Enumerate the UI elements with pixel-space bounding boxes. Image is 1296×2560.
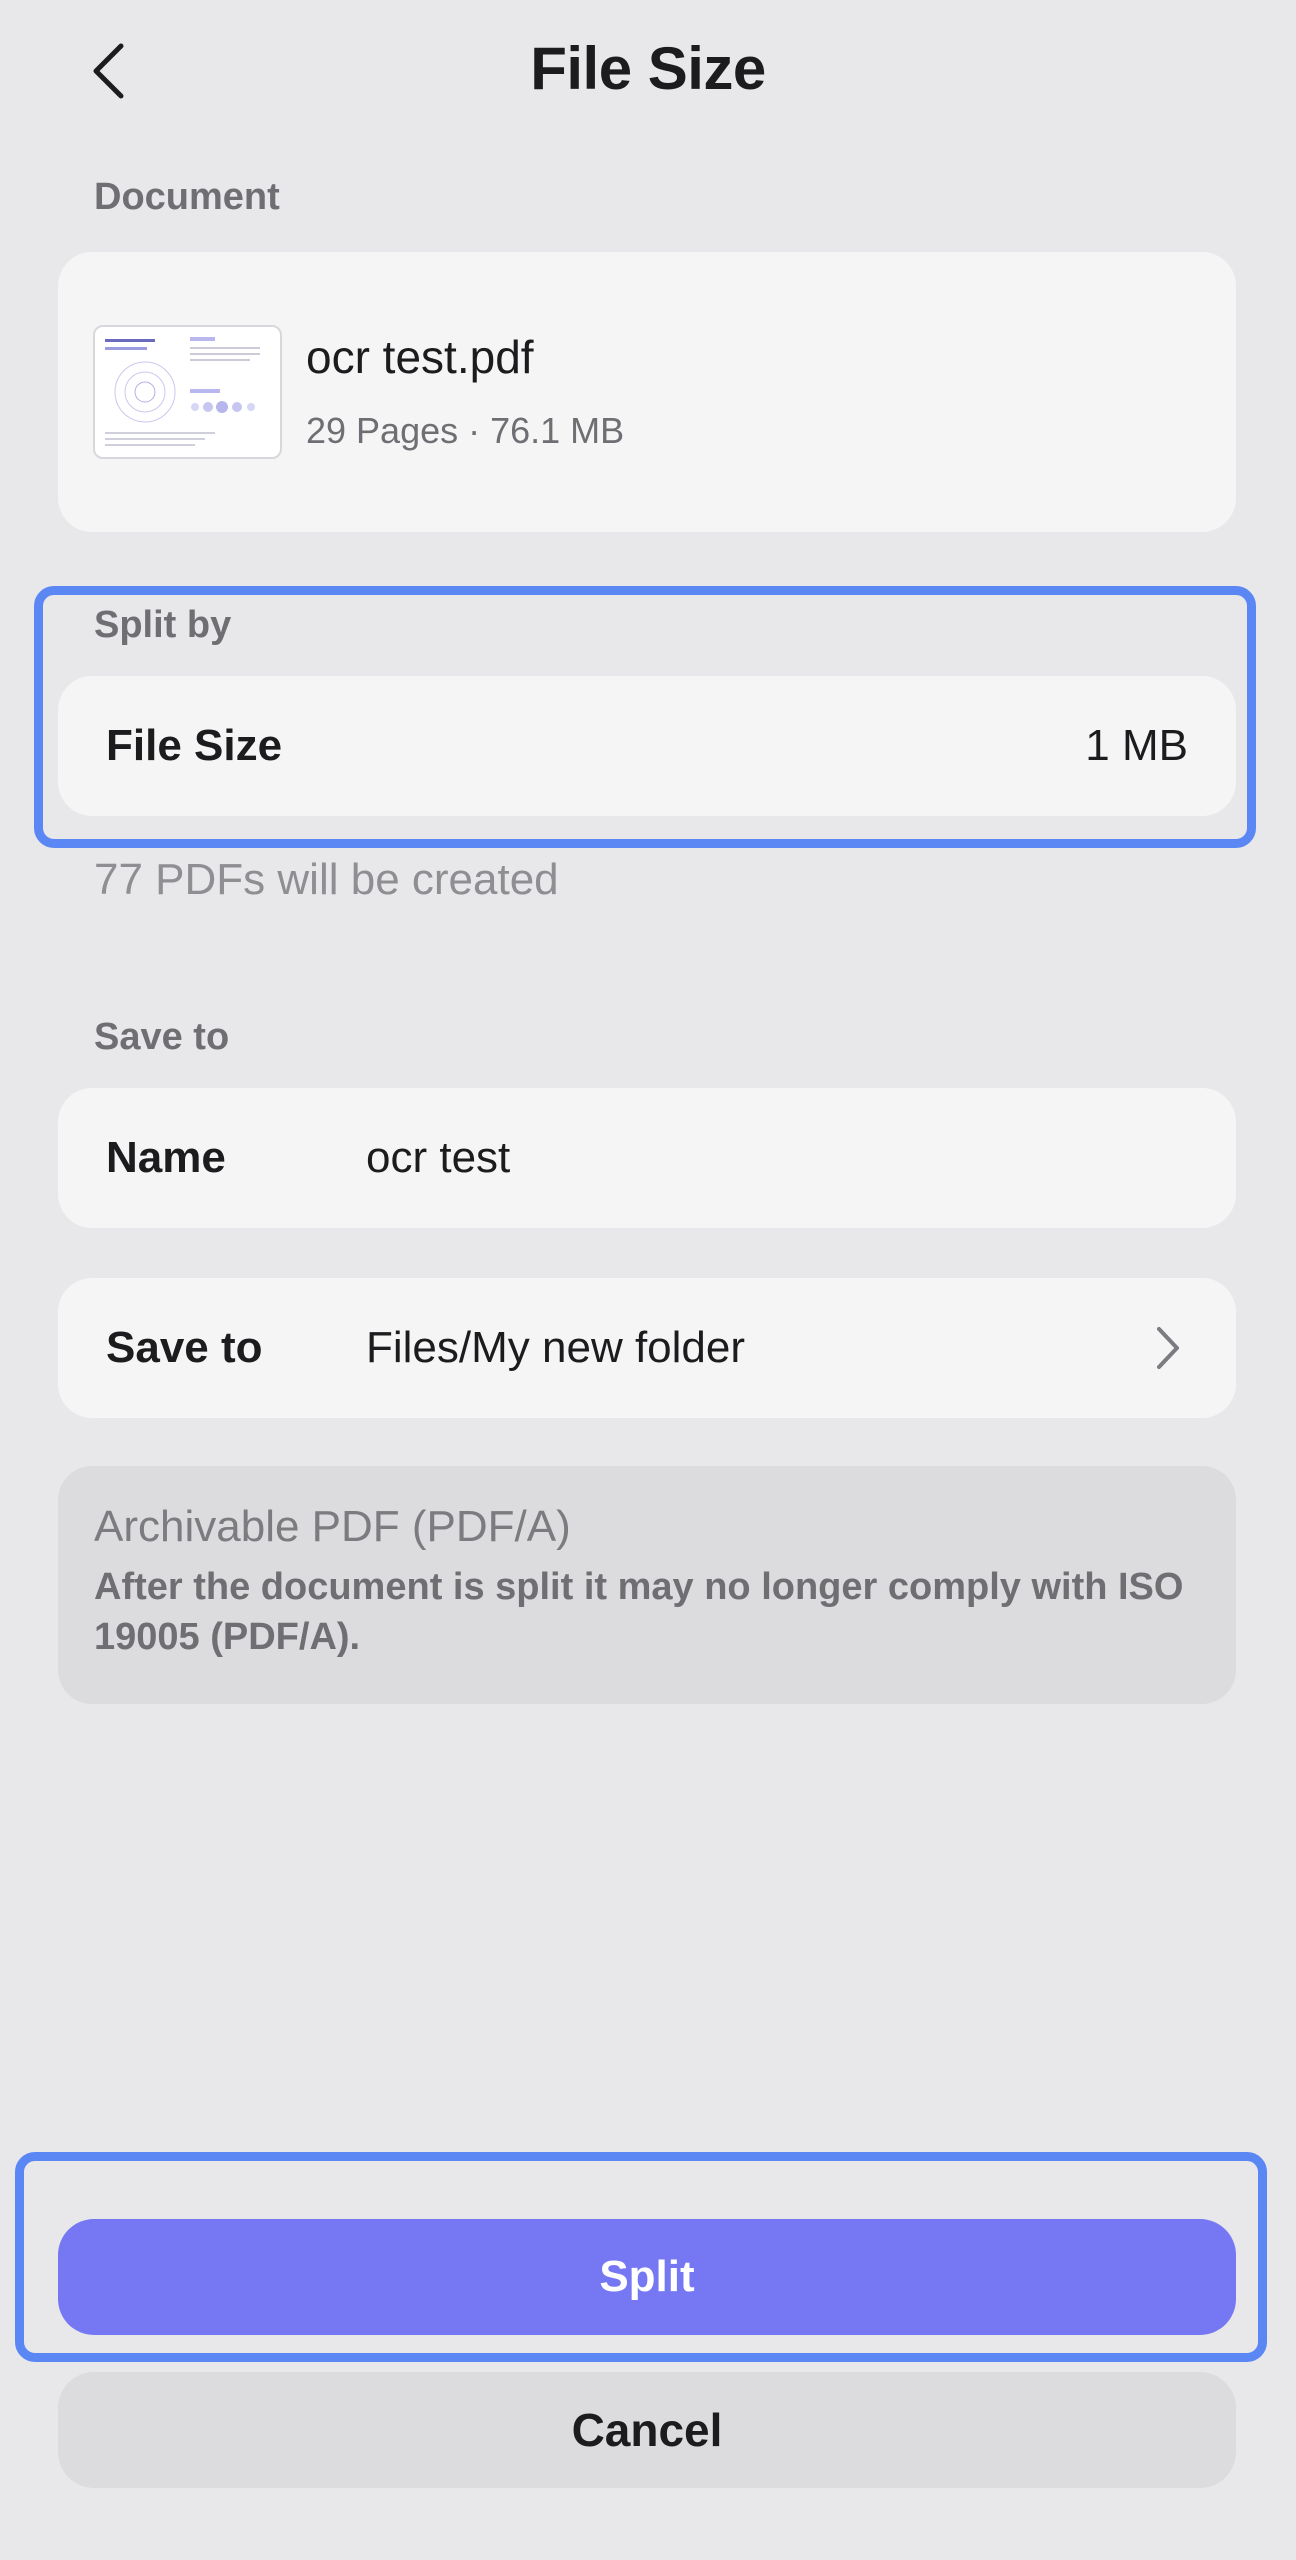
document-card: ocr test.pdf 29 Pages · 76.1 MB [58,252,1236,532]
document-thumbnail [93,325,282,459]
pdfa-notice-title: Archivable PDF (PDF/A) [94,1502,571,1551]
name-label: Name [106,1133,226,1182]
name-row[interactable]: Name ocr test [58,1088,1236,1228]
document-meta: 29 Pages · 76.1 MB [306,410,625,451]
save-location-row[interactable]: Save to Files/My new folder [58,1278,1236,1418]
document-section-label: Document [94,176,280,218]
page-title: File Size [530,35,766,102]
save-section-label: Save to [94,1016,230,1058]
pdfa-notice: Archivable PDF (PDF/A) After the documen… [58,1466,1236,1704]
save-location-value: Files/My new folder [366,1323,746,1372]
split-button-highlight [15,2152,1267,2362]
split-by-highlight [34,586,1256,848]
pdf-count-info: 77 PDFs will be created [94,855,559,904]
cancel-button[interactable]: Cancel [58,2372,1236,2488]
save-location-label: Save to [106,1323,263,1372]
pdfa-notice-description: After the document is split it may no lo… [94,1566,1184,1658]
chevron-right-icon [1148,1318,1188,1378]
split-file-size-screen: File Size Document ocr test.pdf 29 Pages… [0,0,1296,2560]
navigation-header: File Size [0,0,1296,150]
name-field[interactable]: ocr test [366,1133,1188,1183]
document-file-name: ocr test.pdf [306,331,534,383]
